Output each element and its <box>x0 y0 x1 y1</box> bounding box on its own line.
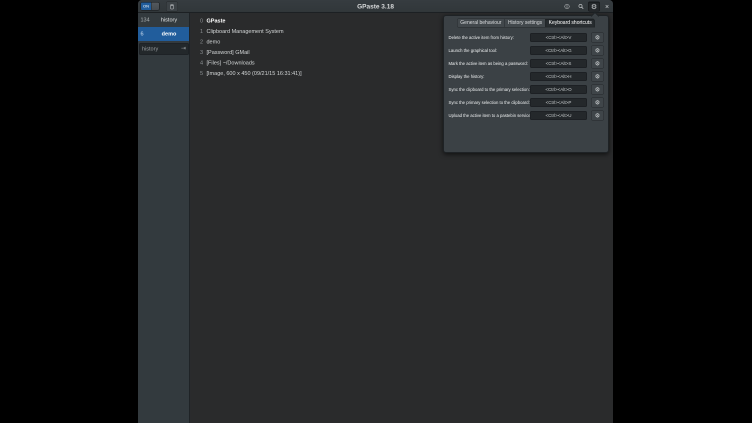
clipboard-item-index: 0 <box>197 18 203 24</box>
clipboard-item-index: 1 <box>197 28 203 34</box>
sidebar-history-item[interactable]: 134 history <box>138 13 189 27</box>
shortcut-label: Mark the active item as being a password… <box>449 61 528 66</box>
close-icon: × <box>605 3 609 10</box>
gear-icon: ⚙ <box>595 99 600 106</box>
gear-icon: ⚙ <box>595 73 600 80</box>
shortcut-row: Mark the active item as being a password… <box>444 57 608 70</box>
clipboard-item-text: Clipboard Management System <box>207 28 284 34</box>
search-button[interactable] <box>576 2 586 12</box>
clipboard-item-index: 3 <box>197 49 203 55</box>
shortcut-input[interactable]: <Ctrl><Alt>G <box>530 46 587 55</box>
gear-icon: ⚙ <box>591 3 597 10</box>
gear-icon: ⚙ <box>595 86 600 93</box>
headerbar: ON GPaste 3.18 <box>138 0 613 13</box>
shortcut-label: Upload the active item to a pastebin ser… <box>449 113 532 118</box>
shortcut-row: Launch the graphical tool: <Ctrl><Alt>G … <box>444 44 608 57</box>
shortcut-label: Delete the active item from history: <box>449 35 514 40</box>
clipboard-item-index: 2 <box>197 39 203 45</box>
gear-icon: ⚙ <box>595 112 600 119</box>
desktop-background: ON GPaste 3.18 <box>0 0 752 423</box>
shortcut-input[interactable]: <Ctrl><Alt>U <box>530 111 587 120</box>
info-icon <box>564 4 570 10</box>
shortcut-label: Sync the primary selection to the clipbo… <box>449 100 530 105</box>
gear-icon: ⚙ <box>595 47 600 54</box>
shortcut-input[interactable]: <Ctrl><Alt>P <box>530 98 587 107</box>
search-icon <box>578 4 584 10</box>
clipboard-item-index: 5 <box>197 70 203 76</box>
shortcut-row: Display the history: <Ctrl><Alt>H ⚙ <box>444 70 608 83</box>
shortcut-edit-button[interactable]: ⚙ <box>591 59 604 69</box>
settings-tab[interactable]: Keyboard shortcuts <box>545 19 595 28</box>
shortcut-row: Delete the active item from history: <Ct… <box>444 31 608 44</box>
gear-icon: ⚙ <box>595 60 600 67</box>
history-item-count: 6 <box>138 31 153 37</box>
shortcut-input[interactable]: <Ctrl><Alt>H <box>530 72 587 81</box>
shortcut-edit-button[interactable]: ⚙ <box>591 111 604 121</box>
shortcut-rows: Delete the active item from history: <Ct… <box>444 31 608 122</box>
clipboard-item-index: 4 <box>197 60 203 66</box>
history-item-count: 134 <box>138 17 153 23</box>
clipboard-item-text: [Password] GMail <box>207 49 250 55</box>
shortcut-row: Sync the clipboard to the primary select… <box>444 83 608 96</box>
history-item-label: demo <box>153 31 189 37</box>
gpaste-window: ON GPaste 3.18 <box>138 0 613 423</box>
shortcut-label: Sync the clipboard to the primary select… <box>449 87 530 92</box>
shortcut-input[interactable]: <Ctrl><Alt>V <box>530 33 587 42</box>
shortcut-edit-button[interactable]: ⚙ <box>591 46 604 56</box>
settings-button[interactable]: ⚙ <box>588 2 600 12</box>
sidebar-history-item[interactable]: 6 demo <box>138 27 189 41</box>
about-button[interactable] <box>562 2 572 12</box>
clipboard-item-text: [Image, 600 x 450 (09/21/15 16:31:41)] <box>207 70 302 76</box>
settings-tab[interactable]: General behaviour <box>457 19 505 28</box>
history-sidebar: 134 history 6 demo ⇥ <box>138 13 190 423</box>
shortcut-row: Upload the active item to a pastebin ser… <box>444 109 608 122</box>
shortcut-edit-button[interactable]: ⚙ <box>591 98 604 108</box>
gear-icon: ⚙ <box>595 34 600 41</box>
clipboard-item-text: GPaste <box>207 18 226 24</box>
shortcut-row: Sync the primary selection to the clipbo… <box>444 96 608 109</box>
shortcut-label: Display the history: <box>449 74 485 79</box>
shortcut-edit-button[interactable]: ⚙ <box>591 72 604 82</box>
clipboard-item-text: demo <box>207 39 221 45</box>
settings-popover: General behaviour History settings Keybo… <box>443 15 609 153</box>
settings-tabs: General behaviour History settings Keybo… <box>444 19 608 28</box>
shortcut-input[interactable]: <Ctrl><Alt>O <box>530 85 587 94</box>
settings-tab[interactable]: History settings <box>504 19 545 28</box>
window-title: GPaste 3.18 <box>138 3 613 11</box>
history-item-label: history <box>153 17 189 23</box>
shortcut-label: Launch the graphical tool: <box>449 48 498 53</box>
shortcut-input[interactable]: <Ctrl><Alt>S <box>530 59 587 68</box>
clipboard-item-text: [Files] ~/Downloads <box>207 60 255 66</box>
shortcut-edit-button[interactable]: ⚙ <box>591 85 604 95</box>
shortcut-edit-button[interactable]: ⚙ <box>591 33 604 43</box>
close-button[interactable]: × <box>603 2 612 12</box>
enter-icon: ⇥ <box>181 45 186 52</box>
